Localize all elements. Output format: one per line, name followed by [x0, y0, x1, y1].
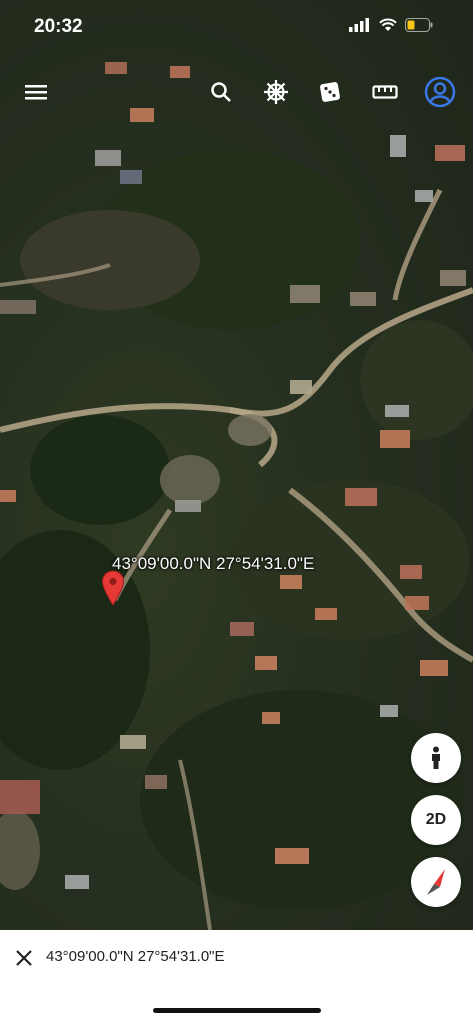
satellite-map[interactable]: [0, 0, 473, 930]
satellite-imagery: [0, 62, 473, 930]
view-toggle-label: 2D: [425, 811, 447, 828]
battery-icon: [405, 18, 433, 32]
signal-icon: [349, 18, 369, 32]
ruler-icon: [372, 85, 398, 99]
compass-icon: [427, 869, 445, 895]
street-view-button[interactable]: [411, 733, 461, 783]
account-icon: [424, 76, 456, 108]
ship-wheel-icon: [264, 80, 288, 104]
status-bar: 20:32: [0, 0, 473, 56]
menu-button[interactable]: [14, 70, 58, 114]
voyager-button[interactable]: [254, 70, 298, 114]
menu-icon: [25, 85, 47, 100]
account-button[interactable]: [418, 70, 462, 114]
clock: 20:32: [34, 16, 83, 37]
feeling-lucky-button[interactable]: [308, 70, 352, 114]
measure-button[interactable]: [363, 70, 407, 114]
system-icons: [349, 18, 433, 32]
search-button[interactable]: [199, 70, 243, 114]
wifi-icon: [379, 18, 397, 31]
dice-icon: [320, 82, 340, 102]
pin-coordinates-label: 43°09'00.0"N 27°54'31.0"E: [112, 554, 315, 573]
selected-coordinates: 43°09'00.0"N 27°54'31.0"E: [46, 948, 225, 965]
view-toggle-button[interactable]: 2D: [411, 795, 461, 845]
search-icon: [211, 82, 231, 102]
compass-button[interactable]: [411, 857, 461, 907]
person-icon: [432, 746, 440, 769]
home-indicator[interactable]: [153, 1008, 321, 1013]
close-icon: [16, 950, 32, 966]
map-toolbar: [0, 70, 473, 114]
location-pin-icon[interactable]: [101, 570, 125, 606]
close-button[interactable]: [12, 946, 36, 970]
bottom-panel: 43°09'00.0"N 27°54'31.0"E: [0, 930, 473, 1023]
